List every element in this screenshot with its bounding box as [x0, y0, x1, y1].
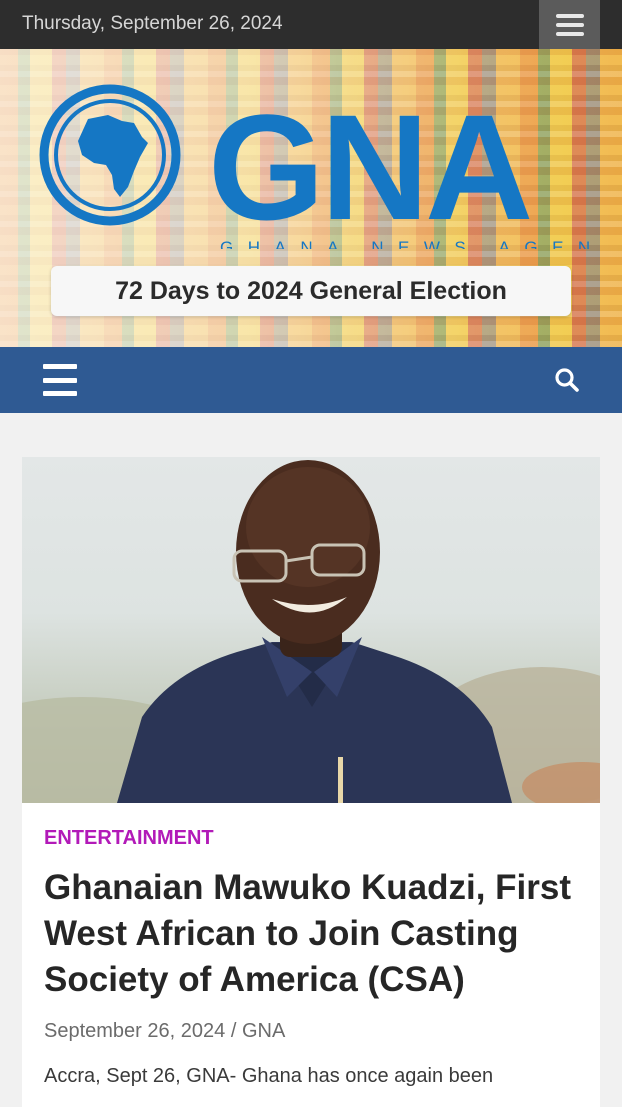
logo-tagline: GHANA NEWS AGENCY — [220, 238, 590, 249]
main-nav — [0, 347, 622, 413]
site-header: GNA GHANA NEWS AGENCY 72 Days to 2024 Ge… — [0, 49, 622, 347]
article-title[interactable]: Ghanaian Mawuko Kuadzi, First West Afric… — [44, 865, 584, 1003]
hamburger-icon[interactable] — [43, 364, 77, 396]
top-menu-button[interactable] — [539, 0, 600, 49]
article-excerpt: Accra, Sept 26, GNA- Ghana has once agai… — [44, 1065, 494, 1087]
article-date[interactable]: September 26, 2024 — [44, 1020, 225, 1042]
article-meta: September 26, 2024 / GNA — [44, 1020, 285, 1043]
gna-logo[interactable]: GNA GHANA NEWS AGENCY — [30, 79, 590, 249]
article-author[interactable]: GNA — [242, 1020, 285, 1042]
hamburger-icon — [555, 13, 584, 36]
article-photo[interactable] — [22, 457, 600, 803]
article-card[interactable]: ENTERTAINMENT Ghanaian Mawuko Kuadzi, Fi… — [22, 457, 600, 1107]
meta-separator: / — [230, 1020, 242, 1042]
article-category[interactable]: ENTERTAINMENT — [44, 827, 214, 850]
current-date: Thursday, September 26, 2024 — [22, 13, 283, 34]
election-countdown: 72 Days to 2024 General Election — [51, 266, 571, 316]
search-icon[interactable] — [554, 367, 580, 393]
top-bar: Thursday, September 26, 2024 — [0, 0, 622, 49]
logo-text: GNA — [208, 83, 530, 249]
